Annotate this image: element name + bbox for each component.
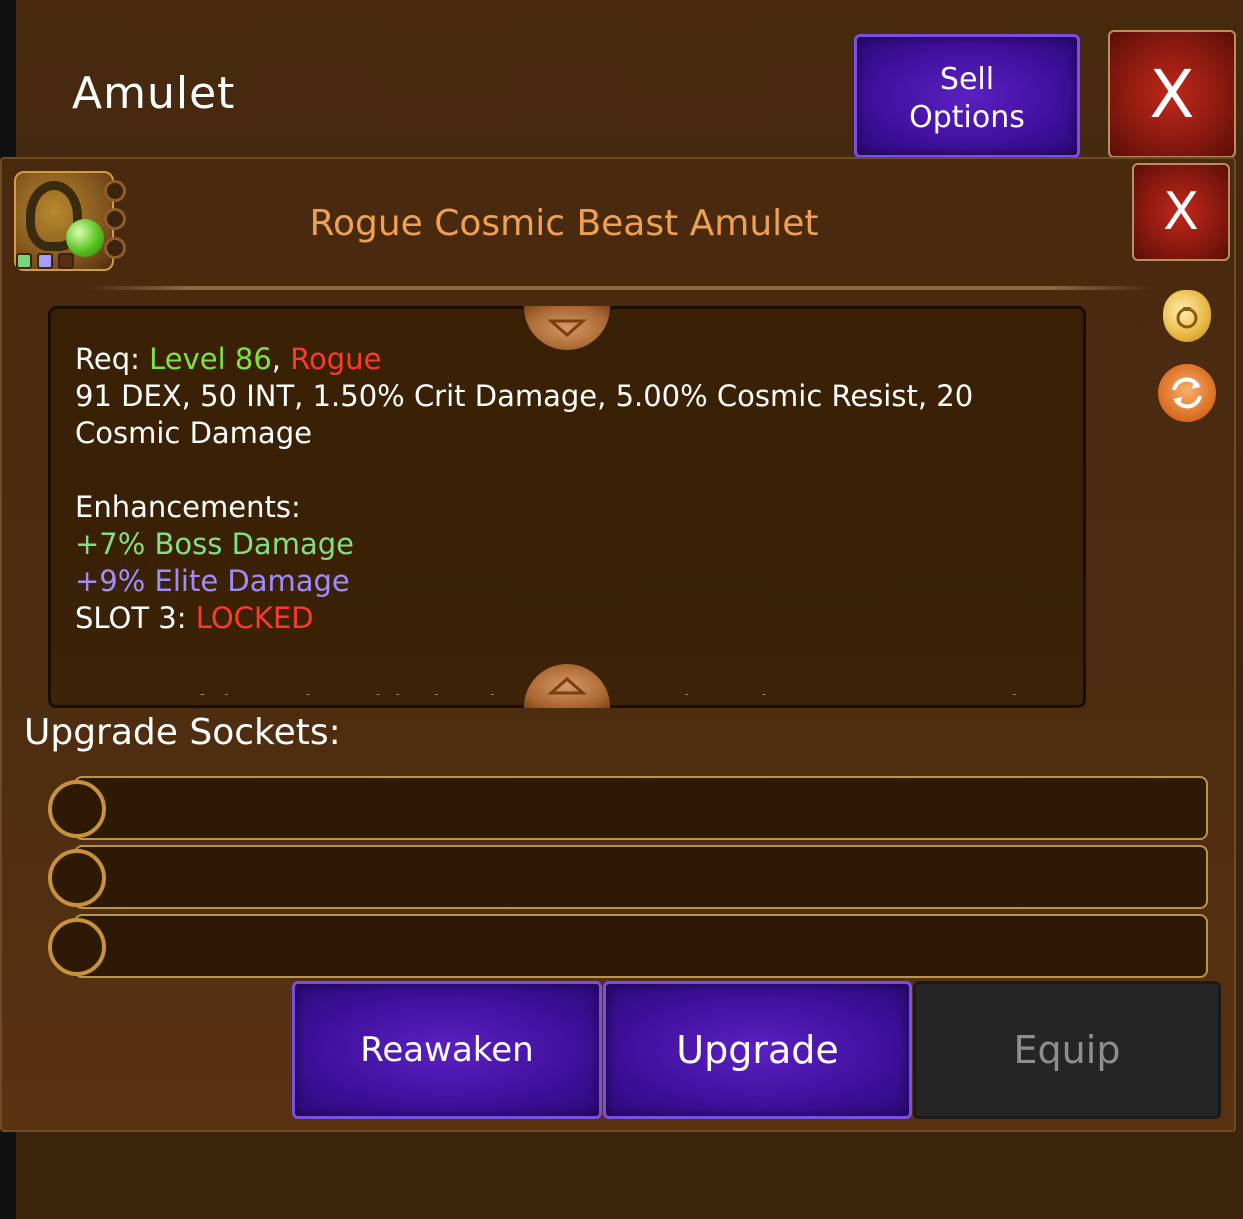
sell-options-button[interactable]: Sell Options	[854, 34, 1080, 158]
socket-slot-2[interactable]	[74, 845, 1208, 909]
req-separator: ,	[271, 342, 291, 376]
enhancement-slot-green	[16, 253, 32, 269]
socket-ring-icon	[48, 780, 106, 838]
slot3-label: SLOT 3:	[75, 601, 196, 635]
close-icon: X	[1149, 55, 1195, 133]
enhancement-boss: +7% Boss Damage	[75, 527, 354, 561]
close-item-button[interactable]: X	[1132, 163, 1230, 261]
reawaken-button[interactable]: Reawaken	[292, 981, 602, 1119]
slot3-status: LOCKED	[195, 601, 314, 635]
chevron-up-icon	[547, 677, 587, 695]
enhancement-elite: +9% Elite Damage	[75, 564, 350, 598]
socket-slot-3[interactable]	[74, 914, 1208, 978]
stats-line: 91 DEX, 50 INT, 1.50% Crit Damage, 5.00%…	[75, 379, 974, 413]
money-bag-icon[interactable]	[1163, 290, 1211, 342]
slot3-line: SLOT 3: LOCKED	[75, 600, 1065, 637]
sell-label: Sell	[939, 62, 995, 97]
enhancements-label: Enhancements:	[75, 490, 301, 524]
req-prefix: Req:	[75, 342, 150, 376]
gem-slot-dot	[104, 180, 126, 202]
enhancement-slot-purple	[37, 253, 53, 269]
options-label: Options	[909, 100, 1025, 135]
swap-icon[interactable]	[1158, 364, 1216, 422]
description-text: Req: Level 86, Rogue 91 DEX, 50 INT, 1.5…	[75, 341, 1065, 637]
item-name: Rogue Cosmic Beast Amulet	[309, 203, 819, 244]
enhancement-slot-locked	[58, 253, 74, 269]
page-title: Amulet	[72, 68, 236, 119]
close-window-button[interactable]: X	[1108, 30, 1236, 158]
title-divider	[86, 286, 1154, 290]
close-icon: X	[1163, 182, 1199, 242]
description-box[interactable]: Req: Level 86, Rogue 91 DEX, 50 INT, 1.5…	[48, 306, 1086, 708]
chevron-down-icon	[547, 319, 587, 337]
req-level: Level 86	[149, 342, 272, 376]
upgrade-button[interactable]: Upgrade	[603, 981, 912, 1119]
socket-ring-icon	[48, 849, 106, 907]
socket-ring-icon	[48, 918, 106, 976]
equip-button[interactable]: Equip	[913, 981, 1221, 1119]
req-class: Rogue	[290, 342, 382, 376]
socket-slot-1[interactable]	[74, 776, 1208, 840]
stats-line: Cosmic Damage	[75, 416, 312, 450]
upgrade-sockets-label: Upgrade Sockets:	[24, 712, 341, 753]
